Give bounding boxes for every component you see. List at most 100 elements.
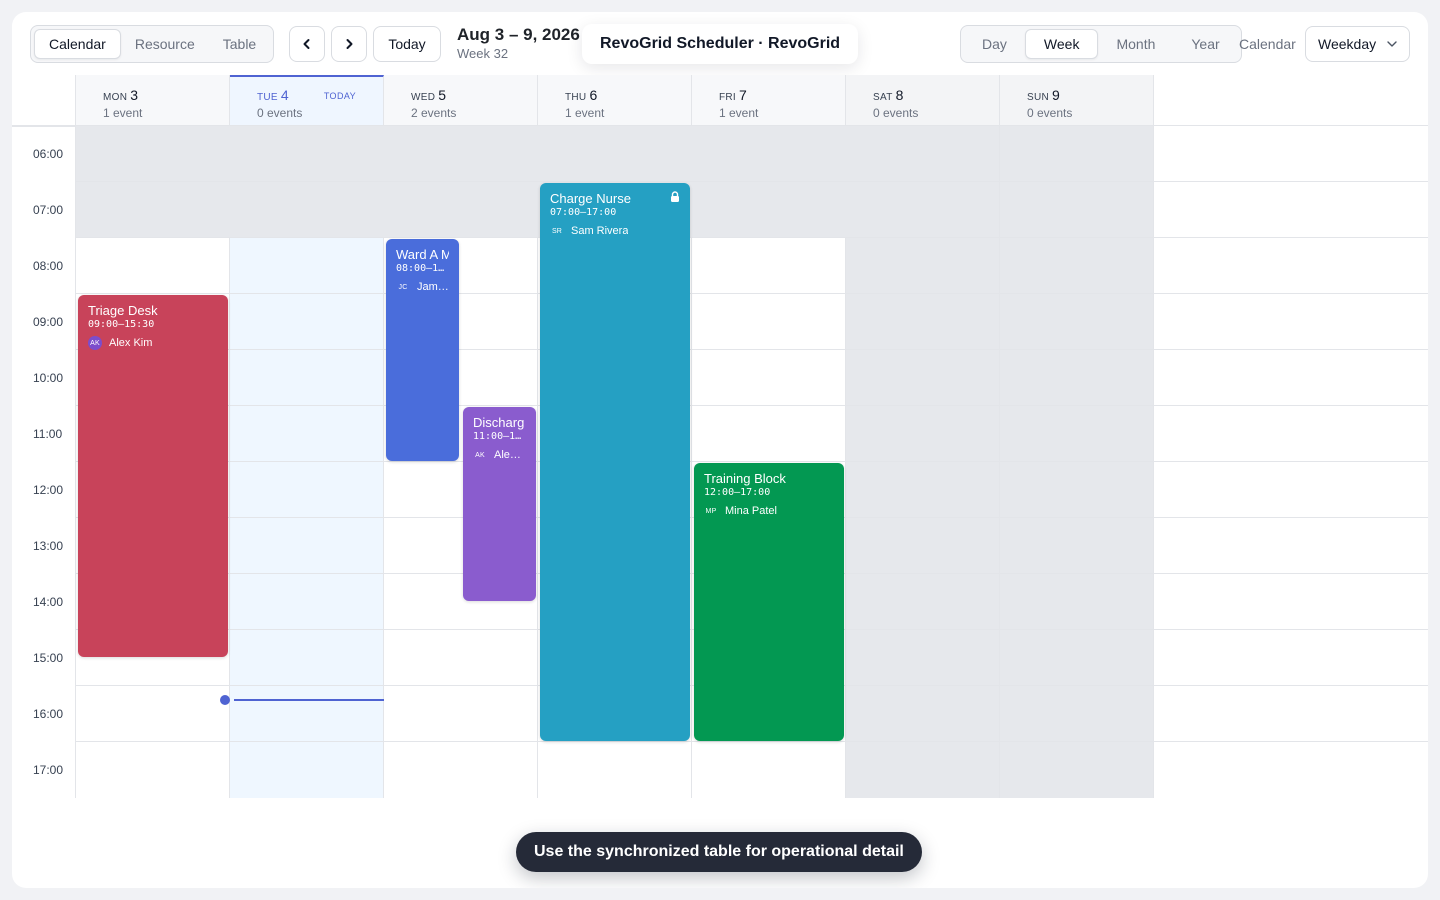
day-header-tue[interactable]: TUE 4 0 events TODAY [230,75,384,125]
avatar: JC [398,283,408,291]
event-assignee: MP Mina Patel [704,504,834,518]
date-range-title: Aug 3 – 9, 2026 [457,25,580,44]
time-label: 09:00 [33,315,64,329]
day-number: 3 [130,87,139,103]
period-option-year[interactable]: Year [1173,29,1237,59]
day-header-sun[interactable]: SUN 9 0 events [1000,75,1154,125]
day-number: 5 [438,87,447,103]
day-name: TUE [257,92,278,103]
day-name: FRI [719,92,737,103]
time-label: 12:00 [33,483,64,497]
app-title: RevoGrid Scheduler · RevoGrid [582,24,859,64]
day-column-sat[interactable] [846,126,1000,798]
day-header-fri[interactable]: FRI 7 1 event [692,75,846,125]
day-header-title: SAT 8 [873,87,999,105]
next-week-button[interactable] [331,26,367,62]
event-title: Ward A M [396,247,449,262]
event-ward-a-m[interactable]: Ward A M 08:00–1… JC Jami… [386,239,459,461]
time-label: 13:00 [33,539,64,553]
toolbar: Calendar Resource Table Today Aug 3 – 9, 2… [12,12,1428,76]
week-grid: MON 3 1 event TUE 4 0 events TODAY WED 5 2 events… [12,75,1428,798]
hour-gridline [76,741,1428,742]
assignee-name: Mina Patel [725,505,777,517]
event-training-block[interactable]: Training Block 12:00–17:00 MP Mina Patel [694,463,844,741]
event-time: 07:00–17:00 [550,207,617,218]
footer-hint: Use the synchronized table for operation… [516,832,922,872]
day-header-mon[interactable]: MON 3 1 event [76,75,230,125]
day-number: 7 [739,87,747,103]
view-switcher: Calendar Resource Table [30,25,275,63]
day-header-row: MON 3 1 event TUE 4 0 events TODAY WED 5 2 events… [12,75,1428,126]
period-option-week[interactable]: Week [1024,29,1099,59]
chevron-left-icon [303,39,310,49]
day-column-sun[interactable] [1000,126,1154,798]
event-discharg[interactable]: Discharg 11:00–1… AK Alex… [463,407,536,601]
event-title: Charge Nurse [550,191,631,206]
event-triage-desk[interactable]: Triage Desk 09:00–15:30 AK Alex Kim [78,295,228,657]
avatar: AK [88,336,102,350]
event-time: 12:00–17:00 [704,487,771,498]
hour-gridline [76,405,1428,406]
calendar-label: Calendar [1239,36,1296,52]
hour-gridline [76,349,1428,350]
day-event-count: 0 events [1027,106,1073,120]
day-number: 6 [589,87,598,103]
day-event-count: 2 events [411,106,457,120]
today-button[interactable]: Today [373,26,441,62]
day-name: SUN [1027,92,1050,103]
event-title: Triage Desk [88,303,158,318]
time-label: 10:00 [33,371,64,385]
day-header-title: MON 3 [103,87,229,105]
period-option-month[interactable]: Month [1098,29,1173,59]
time-gutter: 06:00 07:00 08:00 09:00 10:00 11:00 12:00 13:00… [12,126,76,798]
chevron-down-icon [1387,41,1397,47]
avatar: SR [551,227,563,235]
week-number: Week 32 [457,46,509,61]
day-header-title: THU 6 [565,87,691,105]
event-assignee: SR Sam Rivera [550,224,680,238]
hour-gridline [12,126,76,127]
day-name: SAT [873,92,893,103]
day-header-title: SUN 9 [1027,87,1153,105]
time-label: 14:00 [33,595,64,609]
day-header-title: TUE 4 [257,87,383,105]
day-name: MON [103,92,128,103]
current-time-dot [220,695,230,705]
day-name: THU [565,92,587,103]
day-event-count: 1 event [103,106,143,120]
time-label: 17:00 [33,763,64,777]
assignee-name: Alex Kim [109,337,153,349]
assignee-name: Jami… [417,281,449,293]
day-header-title: FRI 7 [719,87,845,105]
time-label: 16:00 [33,707,64,721]
day-number: 9 [1052,87,1060,103]
prev-week-button[interactable] [289,26,325,62]
day-event-count: 1 event [565,106,605,120]
day-event-count: 0 events [257,106,303,120]
event-assignee: AK Alex… [473,448,526,462]
calendar-body: Triage Desk 09:00–15:30 AK Alex Kim Ward A M… [76,126,1428,798]
header-corner [12,75,76,125]
scheduler-card: Calendar Resource Table Today Aug 3 – 9, 2… [12,12,1428,888]
chevron-right-icon [346,39,353,49]
day-header-thu[interactable]: THU 6 1 event [538,75,692,125]
event-charge-nurse[interactable]: Charge Nurse 07:00–17:00 SR Sam Rivera [540,183,690,741]
avatar: MP [705,507,717,515]
today-badge: TODAY [323,91,356,101]
hour-gridline [76,461,1428,462]
calendar-select[interactable]: Weekday [1305,26,1410,62]
avatar: AK [475,451,485,459]
day-number: 8 [895,87,904,103]
view-option-table[interactable]: Table [209,29,270,59]
time-label: 11:00 [33,427,63,441]
event-assignee: JC Jami… [396,280,449,294]
day-header-sat[interactable]: SAT 8 0 events [846,75,1000,125]
day-event-count: 1 event [719,106,759,120]
view-option-resource[interactable]: Resource [121,29,209,59]
day-event-count: 0 events [873,106,919,120]
event-title: Discharg [473,415,525,430]
period-option-day[interactable]: Day [964,29,1025,59]
day-header-wed[interactable]: WED 5 2 events [384,75,538,125]
time-label: 15:00 [33,651,64,665]
view-option-calendar[interactable]: Calendar [34,29,121,59]
